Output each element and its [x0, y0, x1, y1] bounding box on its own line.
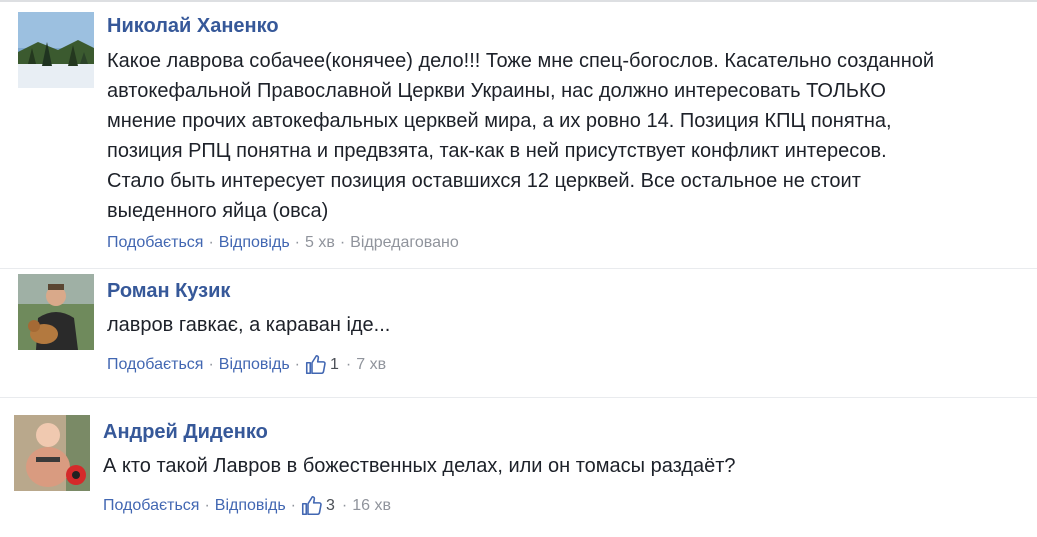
comment-text-line: Какое лаврова собачее(конячее) дело!!! Т…	[107, 50, 935, 72]
avatar[interactable]	[18, 274, 94, 350]
timestamp[interactable]: 5 хв	[305, 234, 335, 252]
timestamp[interactable]: 7 хв	[356, 356, 386, 374]
comment-text: Какое лаврова собачее(конячее) дело!!! Т…	[107, 46, 934, 226]
comment-actions: Подобається · Відповідь · 3 · 16 хв	[103, 495, 391, 516]
like-count[interactable]: 1	[330, 356, 339, 374]
separator: ·	[294, 355, 300, 373]
reply-link[interactable]: Відповідь	[219, 234, 290, 252]
comment-text-line: позиция РПЦ понятна и предвзята, так-как…	[107, 140, 887, 162]
comment-author[interactable]: Андрей Диденко	[103, 421, 268, 444]
comment-text-line: выеденного яйца (овса)	[107, 200, 329, 222]
comment-author[interactable]: Николай Ханенко	[107, 15, 279, 38]
like-link[interactable]: Подобається	[107, 356, 203, 374]
man-with-dog-avatar-icon	[18, 274, 94, 350]
separator: ·	[290, 496, 296, 514]
winter-landscape-avatar-icon	[18, 12, 94, 88]
comment-divider	[0, 397, 1037, 398]
avatar[interactable]	[18, 12, 94, 88]
comment-text-line: автокефальной Православной Церкви Украин…	[107, 80, 886, 102]
separator: ·	[208, 355, 214, 373]
separator: ·	[345, 355, 352, 373]
reply-link[interactable]: Відповідь	[215, 497, 286, 515]
man-with-child-avatar-icon	[14, 415, 90, 491]
comment-actions: Подобається · Відповідь · 5 хв · Відреда…	[107, 234, 459, 252]
comment-text: лавров гавкає, а караван іде...	[107, 310, 390, 340]
separator: ·	[204, 496, 210, 514]
comment-text-line: мнение прочих автокефальных церквей мира…	[107, 110, 892, 132]
edited-label[interactable]: Відредаговано	[350, 234, 459, 252]
separator: ·	[294, 234, 300, 251]
comment-author[interactable]: Роман Кузик	[107, 280, 230, 303]
like-count[interactable]: 3	[326, 497, 335, 515]
comment-text-line: Стало быть интересует позиция оставшихся…	[107, 170, 861, 192]
separator: ·	[208, 234, 214, 251]
avatar[interactable]	[14, 415, 90, 491]
comment-text-line: лавров гавкає, а караван іде...	[107, 314, 391, 336]
top-divider	[0, 0, 1037, 2]
separator: ·	[341, 496, 348, 514]
timestamp[interactable]: 16 хв	[352, 497, 391, 515]
thumbs-up-icon[interactable]	[301, 495, 322, 516]
comment-divider	[0, 268, 1037, 269]
comment-text-line: А кто такой Лавров в божественных делах,…	[103, 455, 736, 477]
like-link[interactable]: Подобається	[103, 497, 199, 515]
reply-link[interactable]: Відповідь	[219, 356, 290, 374]
separator: ·	[339, 234, 346, 251]
comment-text: А кто такой Лавров в божественных делах,…	[103, 451, 736, 481]
like-link[interactable]: Подобається	[107, 234, 203, 252]
comment-actions: Подобається · Відповідь · 1 · 7 хв	[107, 354, 386, 375]
thumbs-up-icon[interactable]	[305, 354, 326, 375]
